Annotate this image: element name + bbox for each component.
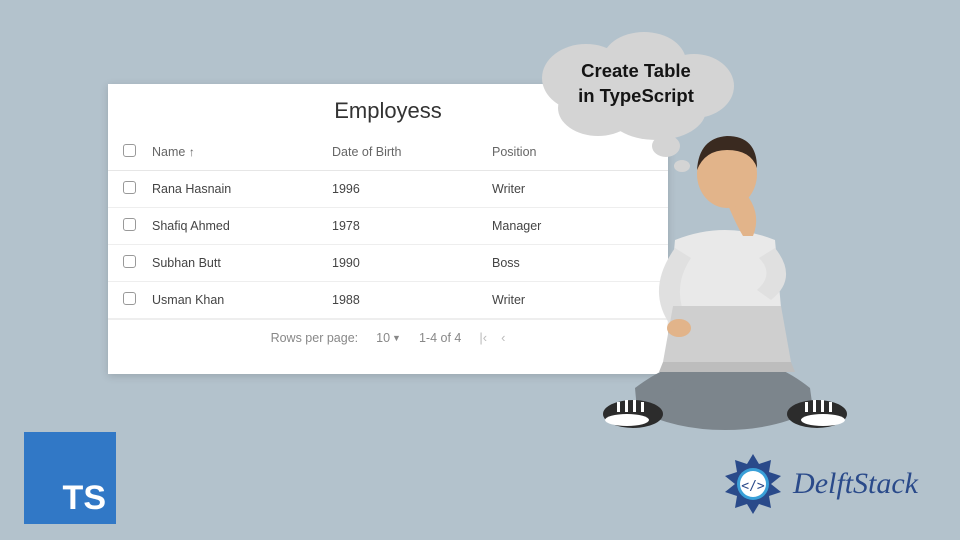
bubble-line-1: Create Table — [578, 59, 694, 84]
checkbox-icon[interactable] — [123, 292, 136, 305]
rows-per-page-value: 10 — [376, 331, 390, 345]
typescript-logo: TS — [24, 432, 116, 524]
delftstack-logo: </> DelftStack — [721, 452, 918, 516]
cell-name: Shafiq Ahmed — [144, 208, 324, 245]
dropdown-triangle-icon: ▼ — [392, 333, 401, 343]
cell-dob: 1978 — [324, 208, 484, 245]
column-header-name-label: Name — [152, 145, 185, 159]
checkbox-icon — [123, 144, 136, 157]
typescript-logo-label: TS — [63, 479, 106, 518]
column-header-name[interactable]: Name ↑ — [144, 134, 324, 171]
cell-name: Subhan Butt — [144, 245, 324, 282]
thinking-person-illustration — [575, 130, 875, 440]
first-page-button[interactable]: |‹ — [479, 330, 487, 345]
sort-ascending-icon: ↑ — [189, 145, 195, 159]
select-all-header[interactable] — [108, 134, 144, 171]
cell-name: Rana Hasnain — [144, 171, 324, 208]
rows-per-page-select[interactable]: 10 ▼ — [376, 331, 401, 345]
rows-per-page-label: Rows per page: — [271, 331, 359, 345]
checkbox-icon[interactable] — [123, 218, 136, 231]
checkbox-icon[interactable] — [123, 255, 136, 268]
cell-name: Usman Khan — [144, 282, 324, 319]
cell-dob: 1988 — [324, 282, 484, 319]
prev-page-button[interactable]: ‹ — [501, 330, 505, 345]
checkbox-icon[interactable] — [123, 181, 136, 194]
svg-text:</>: </> — [741, 479, 765, 494]
delftstack-emblem-icon: </> — [721, 452, 785, 516]
column-header-dob[interactable]: Date of Birth — [324, 134, 484, 171]
bubble-line-2: in TypeScript — [578, 84, 694, 109]
cell-dob: 1996 — [324, 171, 484, 208]
cell-dob: 1990 — [324, 245, 484, 282]
delftstack-logo-label: DelftStack — [793, 467, 918, 501]
pagination-range: 1-4 of 4 — [419, 331, 461, 345]
